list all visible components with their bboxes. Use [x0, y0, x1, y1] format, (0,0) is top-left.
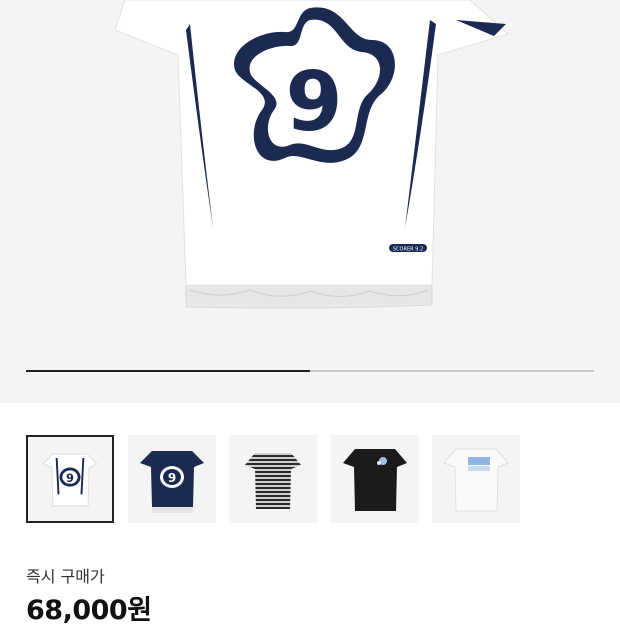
- instant-buy-price-value: 68,000원: [26, 595, 152, 626]
- gallery-progress-fill: [26, 370, 310, 372]
- svg-text:9: 9: [168, 471, 176, 485]
- white-graphic-tee-thumb-image: [443, 448, 509, 512]
- product-hero-image[interactable]: 9 SCORER 9.2: [0, 0, 620, 403]
- thumbnail-white-graphic-tee[interactable]: [432, 435, 520, 523]
- jersey-tag: SCORER 9.2: [393, 247, 423, 253]
- thumbnail-strip: 9 9: [26, 435, 594, 525]
- jersey-number: 9: [285, 55, 342, 150]
- thumbnail-navy-jersey[interactable]: 9: [128, 435, 216, 523]
- jersey-illustration: 9 SCORER 9.2: [114, 0, 509, 309]
- white-jersey-thumb-image: 9: [42, 453, 98, 507]
- thumbnail-black-graphic-tee[interactable]: [331, 435, 419, 523]
- gallery-progress-track: [26, 370, 594, 372]
- thumbnail-striped-tee[interactable]: [229, 435, 317, 523]
- svg-text:9: 9: [66, 471, 74, 485]
- black-graphic-tee-thumb-image: [343, 449, 407, 511]
- striped-tee-thumb-image: [245, 453, 301, 509]
- navy-jersey-thumb-image: 9: [140, 451, 204, 513]
- thumbnail-white-jersey[interactable]: 9: [26, 435, 114, 523]
- instant-buy-price-label: 즉시 구매가: [26, 567, 105, 586]
